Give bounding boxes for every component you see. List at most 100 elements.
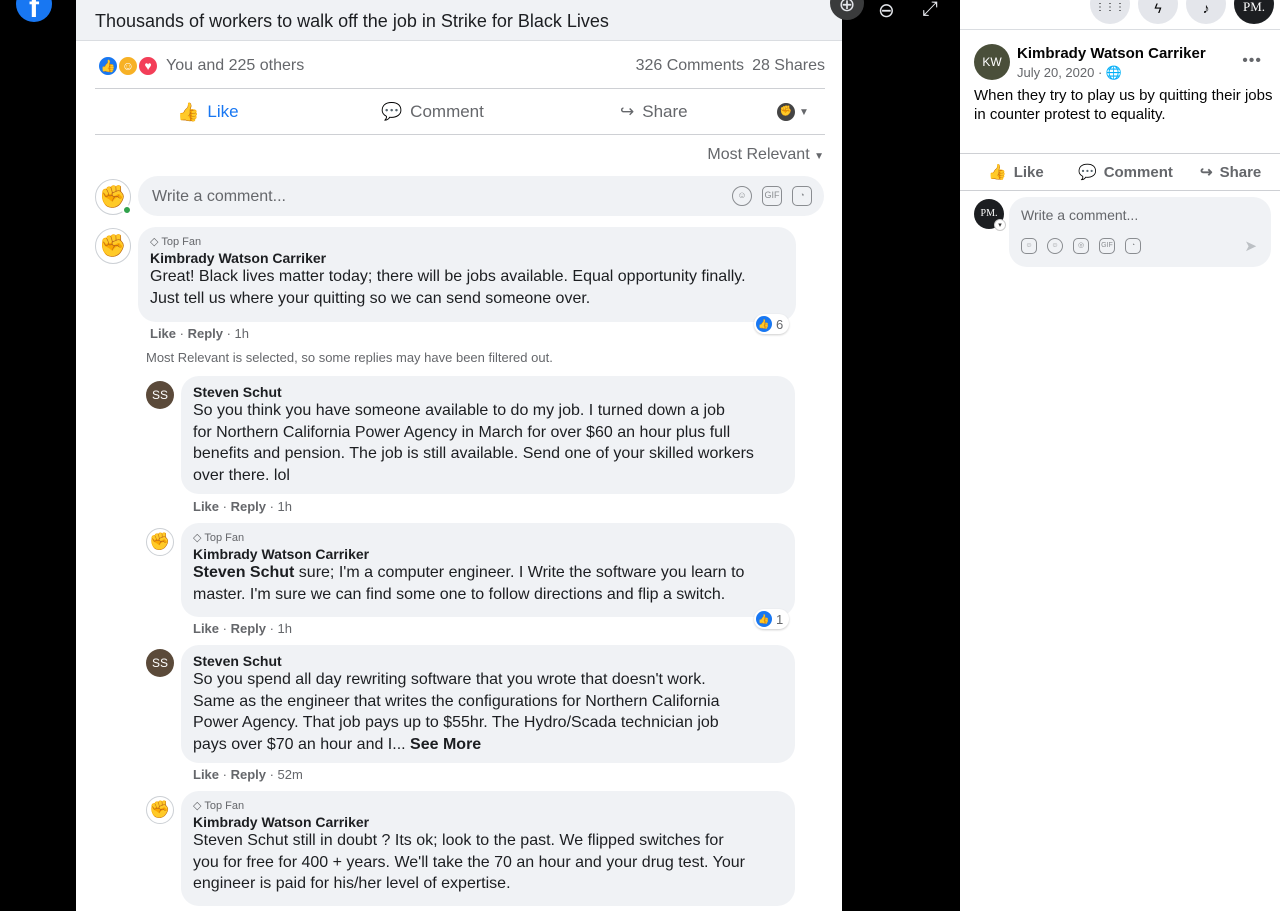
- divider: [95, 88, 825, 89]
- comment-like-link[interactable]: Like: [150, 326, 176, 341]
- see-more-link[interactable]: See More: [410, 736, 481, 753]
- shares-count[interactable]: 28 Shares: [752, 57, 825, 74]
- menu-grid-icon[interactable]: ⋮⋮⋮: [1090, 0, 1130, 24]
- link-preview-header: Thousands of workers to walk off the job…: [76, 0, 842, 41]
- post-side-panel: ⋮⋮⋮ ϟ ♪ PM. KW Kimbrady Watson Carriker …: [960, 0, 1280, 911]
- top-fan-badge: ◇ Top Fan: [150, 236, 202, 248]
- comments-count[interactable]: 326 Comments: [636, 57, 745, 74]
- comment-meta: Like · Reply · 1h: [150, 326, 250, 341]
- comment-reply-link[interactable]: Reply: [231, 621, 266, 636]
- reactions-count-text[interactable]: You and 225 others: [166, 57, 304, 75]
- comment-time[interactable]: 1h: [235, 326, 249, 341]
- emoji-icon[interactable]: ☺: [1047, 238, 1063, 254]
- comment-author[interactable]: Steven Schut: [193, 384, 783, 400]
- post-text: When they try to play us by quitting the…: [974, 87, 1273, 123]
- reply-bubble: Steven Schut So you think you have someo…: [181, 376, 795, 494]
- comment-text: So you spend all day rewriting software …: [193, 671, 720, 753]
- comment-input[interactable]: Write a comment... ☺ GIF ◔: [138, 176, 824, 216]
- filter-notice: Most Relevant is selected, so some repli…: [146, 350, 553, 365]
- comment-button[interactable]: 💬 Comment: [381, 90, 484, 134]
- comment-meta: Like · Reply · 52m: [193, 767, 303, 782]
- comment-like-count[interactable]: 👍 6: [754, 314, 790, 334]
- commenter-avatar[interactable]: ✊: [146, 796, 174, 824]
- share-arrow-icon: ↪: [1200, 164, 1213, 181]
- comment-author[interactable]: Steven Schut: [193, 653, 783, 669]
- comment-text: Steven Schut still in doubt ? Its ok; lo…: [193, 832, 745, 892]
- like-reaction-icon: 👍: [756, 316, 772, 332]
- like-button[interactable]: 👍 Like: [988, 155, 1044, 189]
- post-date[interactable]: July 20, 2020 · 🌐: [1017, 65, 1122, 81]
- more-options-icon[interactable]: •••: [1242, 52, 1262, 70]
- post-author-name[interactable]: Kimbrady Watson Carriker: [1017, 45, 1206, 62]
- author-avatar[interactable]: KW: [974, 44, 1010, 80]
- comment-sort-dropdown[interactable]: Most Relevant ▼: [707, 146, 824, 164]
- comment-reply-link[interactable]: Reply: [231, 767, 266, 782]
- zoom-out-icon[interactable]: ⊖: [878, 0, 895, 23]
- commenter-avatar[interactable]: SS: [146, 381, 174, 409]
- comment-time[interactable]: 1h: [278, 499, 292, 514]
- comment-text: Steven Schut sure; I'm a computer engine…: [193, 564, 745, 603]
- comment-reply-link[interactable]: Reply: [231, 499, 266, 514]
- share-button[interactable]: ↪ Share: [1200, 155, 1261, 189]
- mention-link[interactable]: Steven Schut: [193, 564, 294, 581]
- comment-bubble-icon: 💬: [381, 102, 403, 121]
- messenger-icon[interactable]: ϟ: [1138, 0, 1178, 24]
- divider: [95, 134, 825, 135]
- fullscreen-icon[interactable]: ⤢: [922, 0, 938, 21]
- like-reaction-icon: 👍: [97, 55, 119, 77]
- photo-viewer: f Thousands of workers to walk off the j…: [0, 0, 960, 911]
- divider: [960, 29, 1280, 30]
- comment-input[interactable]: Write a comment... ☺ ☺ ◎ GIF ◔ ➤: [1009, 197, 1271, 267]
- comment-reply-link[interactable]: Reply: [188, 326, 223, 341]
- comment-time[interactable]: 52m: [278, 767, 303, 782]
- gif-icon[interactable]: GIF: [1099, 238, 1115, 254]
- gif-icon[interactable]: GIF: [762, 186, 782, 206]
- comment-author[interactable]: Kimbrady Watson Carriker: [150, 250, 784, 266]
- share-arrow-icon: ↪: [620, 102, 635, 121]
- like-button[interactable]: 👍 Like: [177, 90, 239, 134]
- comment-author[interactable]: Kimbrady Watson Carriker: [193, 814, 783, 830]
- comment-button[interactable]: 💬 Comment: [1078, 155, 1173, 189]
- comment-meta: Like · Reply · 1h: [193, 621, 293, 636]
- reply-bubble: ◇ Top Fan Kimbrady Watson Carriker Steve…: [181, 523, 795, 617]
- sticker-icon[interactable]: ◔: [792, 186, 812, 206]
- chevron-down-icon: ▾: [994, 219, 1006, 231]
- share-button[interactable]: ↪ Share: [620, 90, 688, 134]
- comment-bubble-icon: 💬: [1078, 164, 1097, 181]
- comment-bubble: ◇ Top Fan Kimbrady Watson Carriker Great…: [138, 227, 796, 322]
- send-icon[interactable]: ➤: [1244, 237, 1257, 255]
- comment-author[interactable]: Kimbrady Watson Carriker: [193, 546, 783, 562]
- account-avatar[interactable]: PM.: [1234, 0, 1274, 24]
- share-label: Share: [642, 102, 688, 121]
- reaction-icons[interactable]: 👍 ☺ ♥: [97, 55, 161, 77]
- post-as-selector[interactable]: ✊ ▼: [777, 90, 809, 134]
- thumbs-up-icon: 👍: [177, 101, 200, 122]
- sort-label: Most Relevant: [707, 146, 810, 163]
- facebook-logo-icon[interactable]: f: [16, 0, 52, 24]
- avatar-sticker-icon[interactable]: ☺: [1021, 238, 1037, 254]
- diamond-icon: ◇: [193, 800, 202, 812]
- current-user-avatar[interactable]: PM. ▾: [974, 199, 1006, 231]
- top-fan-badge: ◇ Top Fan: [193, 800, 245, 812]
- comment-label: Comment: [410, 102, 484, 121]
- comment-like-link[interactable]: Like: [193, 767, 219, 782]
- top-fan-badge: ◇ Top Fan: [193, 532, 245, 544]
- reactions-summary: 👍 ☺ ♥ You and 225 others 326 Comments 28 …: [95, 53, 825, 79]
- comment-like-link[interactable]: Like: [193, 621, 219, 636]
- post-action-bar: 👍 Like 💬 Comment ↪ Share ✊ ▼: [95, 90, 825, 134]
- commenter-avatar[interactable]: ✊: [95, 228, 131, 264]
- online-status-dot: [122, 205, 132, 215]
- emoji-icon[interactable]: ☺: [732, 186, 752, 206]
- camera-icon[interactable]: ◎: [1073, 238, 1089, 254]
- commenter-avatar[interactable]: ✊: [146, 528, 174, 556]
- comment-time[interactable]: 1h: [278, 621, 292, 636]
- commenter-avatar[interactable]: SS: [146, 649, 174, 677]
- comment-like-count[interactable]: 👍 1: [754, 609, 790, 629]
- link-headline[interactable]: Thousands of workers to walk off the job…: [95, 11, 609, 32]
- comment-text: So you think you have someone available …: [193, 402, 754, 484]
- like-reaction-icon: 👍: [756, 611, 772, 627]
- comment-like-link[interactable]: Like: [193, 499, 219, 514]
- sticker-icon[interactable]: ◔: [1125, 238, 1141, 254]
- notifications-bell-icon[interactable]: ♪: [1186, 0, 1226, 24]
- engagement-counts: 326 Comments 28 Shares: [628, 57, 825, 75]
